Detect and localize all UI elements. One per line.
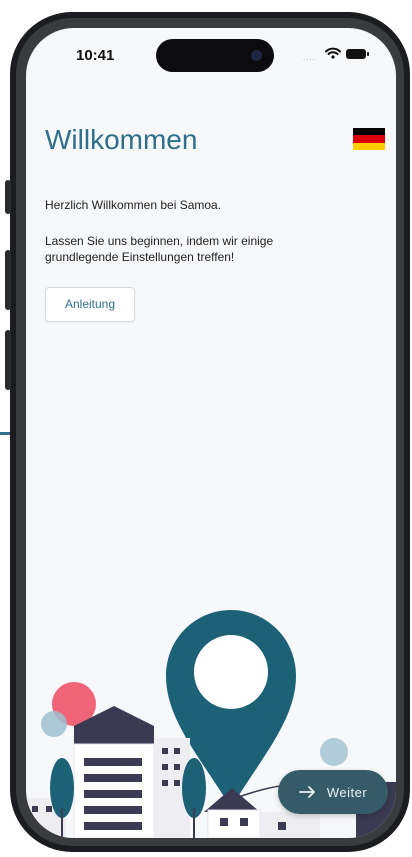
instructions-text: Lassen Sie uns beginnen, indem wir einig… — [45, 234, 274, 264]
house-far-right — [260, 812, 320, 838]
dynamic-island — [156, 39, 274, 72]
greeting-text: Herzlich Willkommen bei Samoa. — [45, 198, 222, 212]
page-title: Willkommen — [45, 124, 198, 155]
guide-button[interactable]: Anleitung — [45, 287, 135, 322]
mute-switch — [5, 180, 11, 214]
status-time: 10:41 — [76, 47, 115, 64]
signal-icon: .... — [303, 53, 316, 62]
volume-up-button — [5, 250, 11, 310]
app-screen: 10:41 .... Willkommen Herzlich Willkomme… — [26, 28, 396, 838]
pin-hole — [194, 635, 268, 709]
german-flag-icon[interactable] — [353, 128, 385, 150]
edge-marker — [0, 432, 10, 435]
next-button-label: Weiter — [326, 784, 368, 800]
next-button[interactable]: Weiter — [278, 770, 388, 814]
camera-icon — [251, 50, 262, 61]
arrow-right-icon — [298, 786, 315, 798]
battery-icon — [346, 49, 369, 59]
wifi-icon — [325, 47, 341, 59]
blue-circle — [41, 711, 67, 737]
house-right — [207, 809, 261, 838]
house-roof — [204, 788, 260, 812]
blue-circle-right — [320, 738, 348, 766]
volume-down-button — [5, 330, 11, 390]
status-bar: 10:41 .... — [26, 28, 396, 86]
